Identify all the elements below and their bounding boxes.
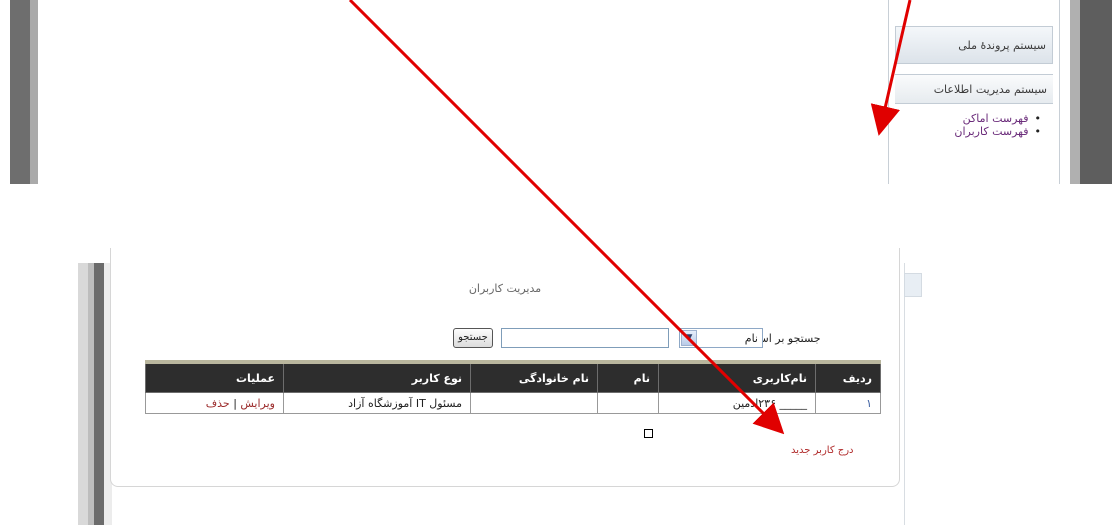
annotation-arrows — [348, 0, 912, 435]
annotation-arrow — [870, 0, 912, 136]
annotation-arrow — [348, 0, 785, 435]
